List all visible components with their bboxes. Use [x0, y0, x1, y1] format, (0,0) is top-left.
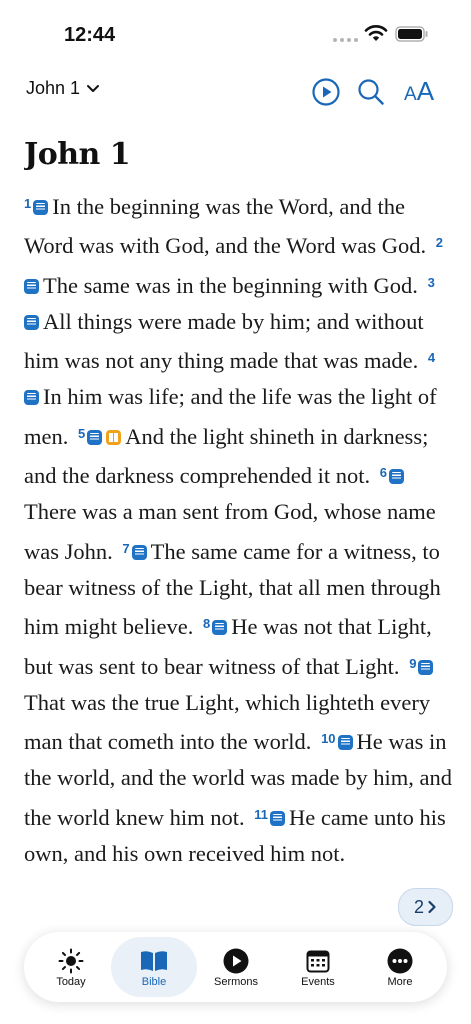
verse-number[interactable]: 6 [380, 465, 387, 480]
search-icon[interactable] [356, 77, 386, 107]
verse-text: The same was in the beginning with God. [43, 272, 418, 298]
battery-icon [395, 26, 428, 42]
note-icon[interactable] [24, 314, 39, 330]
tab-label: Events [301, 976, 335, 988]
verse-number[interactable]: 8 [203, 616, 210, 631]
tab-today[interactable]: Today [28, 937, 114, 997]
verse-number[interactable]: 9 [409, 656, 416, 671]
verse-text: All things were made by him; and without… [24, 308, 424, 374]
audio-play-icon[interactable] [311, 77, 341, 107]
verse-number[interactable]: 1 [24, 196, 31, 211]
text-size-small-a: A [404, 84, 417, 105]
tab-label: Today [56, 976, 86, 988]
chevron-down-icon [87, 84, 100, 92]
open-book-icon [138, 947, 170, 975]
tab-label: More [387, 976, 413, 988]
play-circle-icon [222, 947, 250, 975]
reader-toolbar: John 1 AA [0, 70, 471, 114]
chapter-selector[interactable]: John 1 [26, 78, 100, 99]
text-size-big-a: A [416, 76, 435, 106]
note-icon[interactable] [24, 390, 39, 406]
tab-bible[interactable]: Bible [111, 937, 197, 997]
tab-label: Bible [141, 976, 167, 988]
note-icon[interactable] [212, 620, 228, 636]
ellipsis-circle-icon [386, 947, 414, 975]
scripture-text: 1 In the beginning was the Word, and the … [24, 186, 454, 872]
calendar-icon [305, 947, 331, 975]
verse-text: In the beginning was the Word, and the W… [24, 194, 427, 259]
note-icon[interactable] [33, 200, 49, 215]
tab-events[interactable]: Events [275, 937, 361, 997]
sun-icon [58, 947, 84, 975]
verse-number[interactable]: 2 [436, 235, 443, 250]
note-icon[interactable] [131, 544, 147, 560]
next-chapter-number: 2 [413, 896, 424, 917]
note-icon[interactable] [87, 429, 103, 445]
text-size-button[interactable]: AA [404, 76, 434, 107]
tab-more[interactable]: More [357, 937, 443, 997]
cellular-signal-icon [333, 38, 358, 42]
scripture-content: John 1 1 In the beginning was the Word, a… [24, 133, 454, 931]
note-icon[interactable] [269, 810, 285, 826]
verse-number[interactable]: 5 [78, 426, 85, 441]
verse-number[interactable]: 7 [122, 541, 129, 556]
note-icon[interactable] [24, 278, 39, 294]
verse-number[interactable]: 10 [321, 731, 335, 746]
note-icon[interactable] [337, 735, 353, 751]
note-icon[interactable] [418, 659, 434, 675]
chevron-right-icon [428, 900, 436, 914]
note-icon[interactable] [389, 469, 405, 485]
tab-label: Sermons [213, 976, 259, 988]
chapter-selector-label: John 1 [26, 78, 81, 98]
wifi-icon [364, 25, 388, 41]
next-chapter-button[interactable]: 2 [398, 888, 453, 926]
verse-number[interactable]: 3 [428, 275, 435, 290]
tab-bar: Today Bible Sermons Events More [24, 932, 447, 1002]
chapter-title: John 1 [24, 137, 131, 172]
tab-sermons[interactable]: Sermons [193, 937, 279, 997]
book-icon[interactable] [106, 429, 122, 445]
verse-number[interactable]: 11 [254, 807, 268, 822]
status-bar: 12:44 [0, 0, 471, 60]
verse-number[interactable]: 4 [428, 350, 435, 365]
status-time: 12:44 [64, 24, 116, 46]
